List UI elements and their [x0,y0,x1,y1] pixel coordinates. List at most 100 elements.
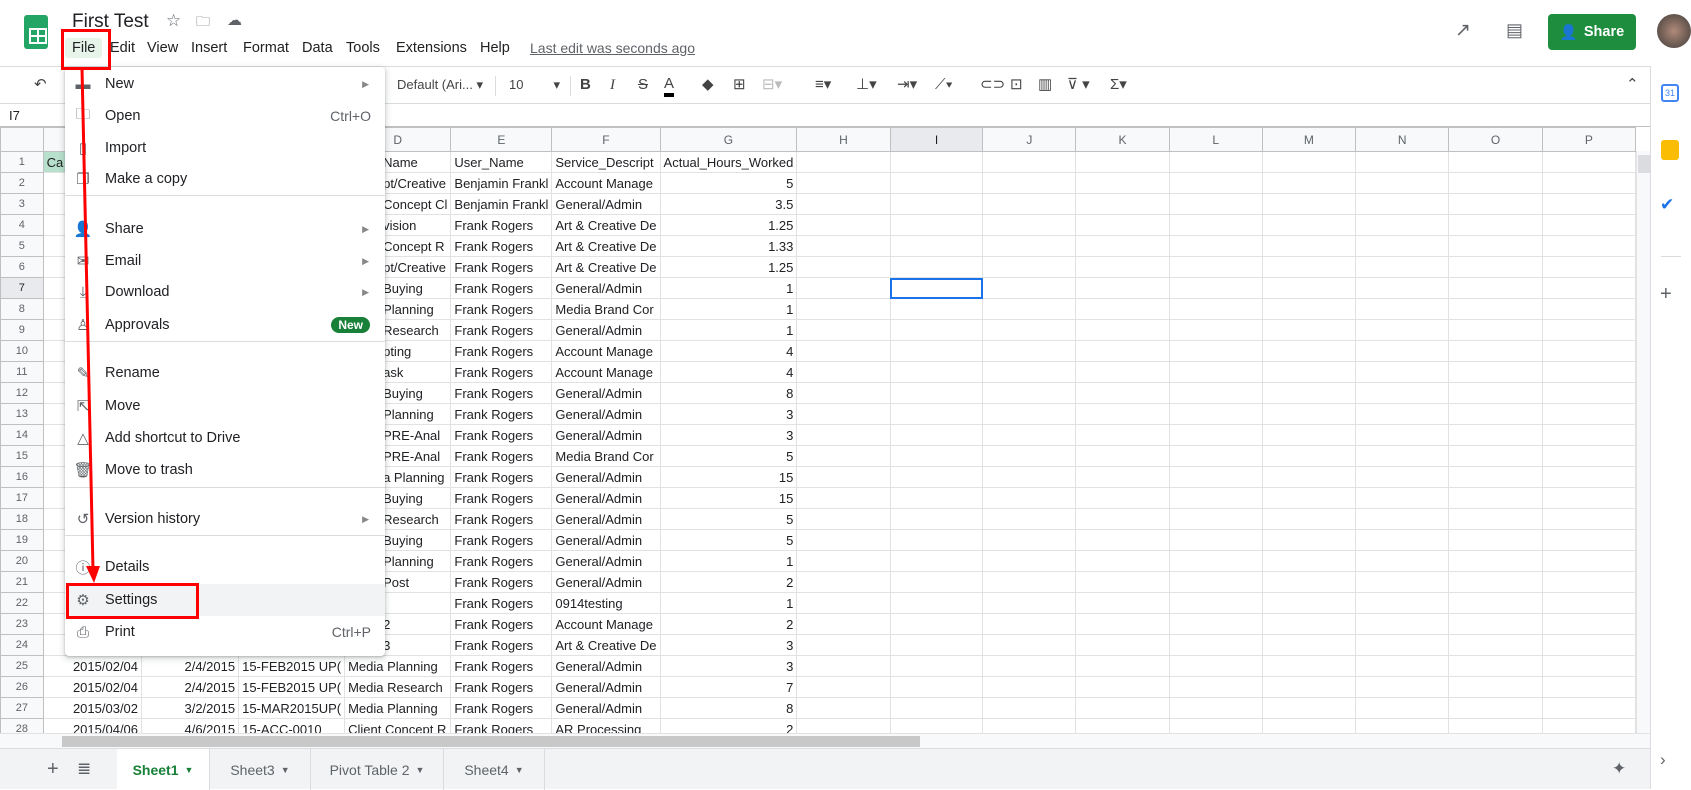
cell-n15[interactable] [1355,445,1450,467]
cell-l15[interactable] [1168,445,1263,467]
fill-color-icon[interactable]: ◆ [702,75,714,95]
cell-k4[interactable] [1075,214,1170,236]
cell-l13[interactable] [1168,403,1263,425]
cell-o26[interactable] [1448,676,1543,698]
cell-g28[interactable]: 2 [659,718,798,733]
scroll-thumb[interactable] [1638,155,1650,173]
cell-e2[interactable]: Benjamin Frankl [450,172,553,194]
cell-h10[interactable] [796,340,891,362]
font-size-select[interactable]: 10 ▾ [509,75,560,95]
cell-h1[interactable] [796,151,891,173]
tasks-icon[interactable]: ✔ [1660,195,1674,215]
cell-p5[interactable] [1541,235,1636,257]
cell-i22[interactable] [889,592,984,614]
cell-h19[interactable] [796,529,891,551]
cell-n27[interactable] [1355,697,1450,719]
cell-o13[interactable] [1448,403,1543,425]
cell-d27[interactable]: Media Planning [344,697,452,719]
cell-k15[interactable] [1075,445,1170,467]
cell-p13[interactable] [1541,403,1636,425]
cell-p11[interactable] [1541,361,1636,383]
cell-h22[interactable] [796,592,891,614]
cell-m6[interactable] [1261,256,1357,278]
cell-p1[interactable] [1541,151,1636,173]
cell-l1[interactable] [1168,151,1263,173]
cell-j15[interactable] [982,445,1077,467]
cell-h2[interactable] [796,172,891,194]
cell-h25[interactable] [796,655,891,677]
column-header-l[interactable]: L [1168,127,1263,152]
column-header-m[interactable]: M [1261,127,1357,152]
cell-g15[interactable]: 5 [659,445,798,467]
column-header-e[interactable]: E [450,127,553,152]
cell-e24[interactable]: Frank Rogers [450,634,553,656]
vertical-scrollbar[interactable] [1636,151,1650,733]
cell-l28[interactable] [1168,718,1263,733]
cell-n21[interactable] [1355,571,1450,593]
cell-k11[interactable] [1075,361,1170,383]
cell-n5[interactable] [1355,235,1450,257]
cell-g5[interactable]: 1.33 [659,235,798,257]
cell-n14[interactable] [1355,424,1450,446]
menu-extensions[interactable]: Extensions [396,38,467,58]
cell-p16[interactable] [1541,466,1636,488]
cell-e25[interactable]: Frank Rogers [450,655,553,677]
cell-k3[interactable] [1075,193,1170,215]
cell-j26[interactable] [982,676,1077,698]
cell-k12[interactable] [1075,382,1170,404]
cell-p10[interactable] [1541,340,1636,362]
cell-f12[interactable]: General/Admin [551,382,661,404]
cell-n24[interactable] [1355,634,1450,656]
cell-o18[interactable] [1448,508,1543,530]
cell-g4[interactable]: 1.25 [659,214,798,236]
filter-icon[interactable]: ⊽ ▾ [1067,75,1090,95]
cell-h28[interactable] [796,718,891,733]
cell-g10[interactable]: 4 [659,340,798,362]
cell-k13[interactable] [1075,403,1170,425]
cell-f21[interactable]: General/Admin [551,571,661,593]
cell-g7[interactable]: 1 [659,277,798,299]
cell-h7[interactable] [796,277,891,299]
cell-i11[interactable] [889,361,984,383]
cell-g22[interactable]: 1 [659,592,798,614]
cell-i7[interactable] [889,277,984,299]
cell-f26[interactable]: General/Admin [551,676,661,698]
cell-j24[interactable] [982,634,1077,656]
cell-c28[interactable]: 15-ACC-0010 [238,718,346,733]
cell-p7[interactable] [1541,277,1636,299]
cell-e16[interactable]: Frank Rogers [450,466,553,488]
cell-n28[interactable] [1355,718,1450,733]
cell-l20[interactable] [1168,550,1263,572]
cell-m12[interactable] [1261,382,1357,404]
cell-p2[interactable] [1541,172,1636,194]
cell-l2[interactable] [1168,172,1263,194]
menu-tools[interactable]: Tools [346,38,380,58]
cell-o28[interactable] [1448,718,1543,733]
strikethrough-icon[interactable]: S [638,75,648,95]
cell-e17[interactable]: Frank Rogers [450,487,553,509]
cell-m15[interactable] [1261,445,1357,467]
cell-i19[interactable] [889,529,984,551]
cell-i6[interactable] [889,256,984,278]
cell-j9[interactable] [982,319,1077,341]
cell-e6[interactable]: Frank Rogers [450,256,553,278]
cell-p27[interactable] [1541,697,1636,719]
cell-p6[interactable] [1541,256,1636,278]
cell-i5[interactable] [889,235,984,257]
cell-h24[interactable] [796,634,891,656]
cell-n11[interactable] [1355,361,1450,383]
cell-i23[interactable] [889,613,984,635]
menu-help[interactable]: Help [480,38,510,58]
cell-j22[interactable] [982,592,1077,614]
cell-h5[interactable] [796,235,891,257]
cell-l26[interactable] [1168,676,1263,698]
cell-e19[interactable]: Frank Rogers [450,529,553,551]
cell-e28[interactable]: Frank Rogers [450,718,553,733]
cell-p18[interactable] [1541,508,1636,530]
cell-m2[interactable] [1261,172,1357,194]
cell-g12[interactable]: 8 [659,382,798,404]
cell-d28[interactable]: Client Concept R [344,718,452,733]
cell-n6[interactable] [1355,256,1450,278]
text-wrap-icon[interactable]: ⇥▾ [897,75,917,95]
cell-m10[interactable] [1261,340,1357,362]
